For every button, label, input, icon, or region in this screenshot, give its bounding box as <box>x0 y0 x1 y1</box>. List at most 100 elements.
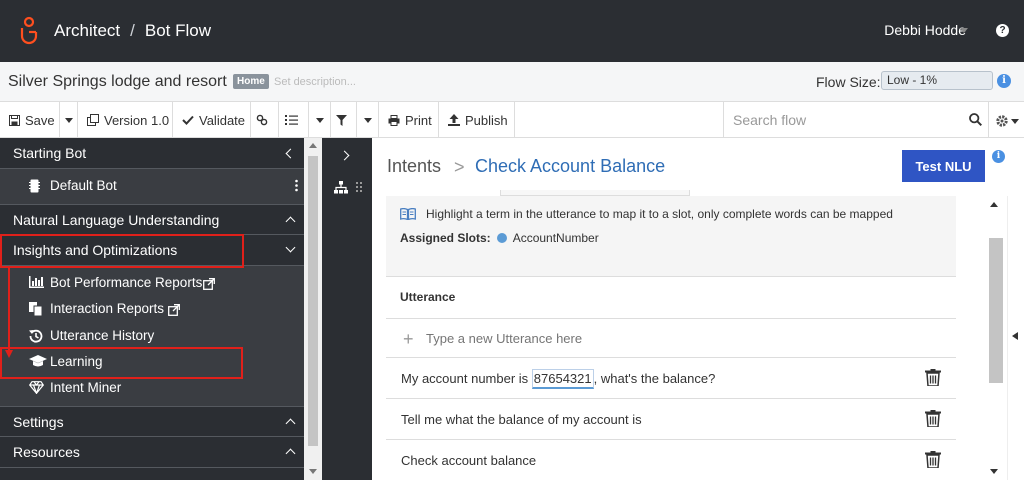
save-icon <box>9 114 20 126</box>
link-button[interactable] <box>251 102 279 138</box>
hierarchy-icon[interactable] <box>334 181 348 194</box>
list-dropdown-button[interactable] <box>309 102 331 138</box>
slot-mapping-hint: Highlight a term in the utterance to map… <box>426 207 893 221</box>
sidebar-item-label: Intent Miner <box>50 380 122 395</box>
settings-menu-button[interactable] <box>995 114 1009 131</box>
save-button[interactable]: Save <box>0 102 60 138</box>
sidebar-section-settings[interactable]: Settings <box>0 406 304 437</box>
grip-handle-icon[interactable] <box>356 182 362 192</box>
toolbar: Save Version 1.0 Validate Print Publish <box>0 102 1024 138</box>
print-button[interactable]: Print <box>379 102 439 138</box>
chevron-down-icon[interactable] <box>285 242 296 253</box>
more-vertical-icon[interactable] <box>295 179 298 192</box>
user-menu[interactable]: Debbi Hodde <box>884 22 966 38</box>
search-input[interactable] <box>724 102 960 138</box>
set-description-link[interactable]: Set description... <box>274 76 356 88</box>
scroll-up-arrow-icon[interactable] <box>990 202 998 207</box>
annotation-arrow-icon <box>5 268 13 358</box>
publish-button[interactable]: Publish <box>439 102 515 138</box>
list-button[interactable] <box>279 102 309 138</box>
sidebar-section-partial <box>0 468 304 480</box>
caret-down-icon <box>315 117 324 123</box>
publish-upload-icon <box>448 114 460 126</box>
user-menu-caret-icon[interactable] <box>960 28 968 33</box>
utterance-text[interactable]: Tell me what the balance of my account i… <box>401 412 642 427</box>
history-icon <box>29 329 43 343</box>
validate-button[interactable]: Validate <box>173 102 251 138</box>
section-name: Bot Flow <box>144 21 212 40</box>
search-icon[interactable] <box>969 113 982 126</box>
scrollbar-thumb[interactable] <box>989 238 1003 383</box>
help-icon[interactable]: ? <box>996 24 1009 37</box>
trash-icon[interactable] <box>925 410 941 427</box>
top-header: Architect / Bot Flow Debbi Hodde ? <box>0 0 1024 62</box>
main-panel: Intents > Check Account Balance Test NLU… <box>372 138 1024 480</box>
sidebar-section-resources[interactable]: Resources <box>0 437 304 468</box>
filter-button[interactable] <box>331 102 357 138</box>
main-scrollbar[interactable] <box>986 196 1003 480</box>
chevron-up-icon[interactable] <box>285 418 296 429</box>
flow-size-label: Flow Size: <box>816 74 881 90</box>
sidebar-item-bot-performance-reports[interactable]: Bot Performance Reports <box>0 270 304 296</box>
section-label: Starting Bot <box>13 145 87 161</box>
app-name[interactable]: Architect <box>54 21 120 41</box>
utterance-text-segment: , what's the balance? <box>593 371 716 386</box>
documents-icon <box>29 302 43 316</box>
flow-name[interactable]: Silver Springs lodge and resort <box>8 73 227 91</box>
sidebar-section-nlu[interactable]: Natural Language Understanding <box>0 204 304 235</box>
version-button[interactable]: Version 1.0 <box>78 102 173 138</box>
scroll-down-arrow-icon[interactable] <box>309 469 317 474</box>
trash-icon[interactable] <box>925 451 941 468</box>
caret-left-icon[interactable] <box>1012 332 1018 340</box>
list-icon <box>284 115 298 125</box>
utterance-editor: Highlight a term in the utterance to map… <box>386 196 956 480</box>
sidebar-item-label: Bot Performance Reports <box>50 275 203 290</box>
book-icon <box>400 208 416 220</box>
version-label: Version 1.0 <box>104 112 170 128</box>
versions-icon <box>87 114 99 126</box>
scrollbar-thumb[interactable] <box>308 156 318 446</box>
sidebar-item-label: Utterance History <box>50 328 155 343</box>
save-label: Save <box>25 112 55 128</box>
flow-tools-panel <box>322 138 372 480</box>
filter-dropdown-button[interactable] <box>357 102 379 138</box>
chevron-left-icon[interactable] <box>285 148 296 159</box>
intent-header: Intents > Check Account Balance Test NLU… <box>372 138 1024 190</box>
utterance-text[interactable]: Check account balance <box>401 453 536 468</box>
flow-size-meter: Low - 1% <box>881 71 993 90</box>
chevron-right-icon[interactable] <box>339 150 350 161</box>
save-dropdown-button[interactable] <box>60 102 78 138</box>
sidebar-item-label: Default Bot <box>50 178 117 193</box>
trash-icon[interactable] <box>925 369 941 386</box>
chevron-up-icon[interactable] <box>285 448 296 459</box>
list-item[interactable]: Tell me what the balance of my account i… <box>386 398 956 439</box>
filter-icon <box>335 114 347 126</box>
breadcrumb-intents[interactable]: Intents <box>387 156 441 177</box>
plus-icon[interactable]: + <box>403 329 414 350</box>
info-icon[interactable]: i <box>992 150 1005 163</box>
list-item[interactable]: Check account balance <box>386 439 956 480</box>
print-icon <box>388 114 400 126</box>
gear-icon <box>996 115 1008 127</box>
caret-down-icon <box>363 117 372 123</box>
scroll-up-arrow-icon[interactable] <box>309 143 317 148</box>
list-item[interactable]: My account number is 87654321, what's th… <box>386 357 956 398</box>
sidebar-item-default-bot[interactable]: Default Bot <box>0 173 304 199</box>
section-label: Resources <box>13 444 80 460</box>
sidebar-section-starting-bot[interactable]: Starting Bot <box>0 138 304 169</box>
check-icon <box>182 115 194 125</box>
caret-down-icon[interactable] <box>1011 119 1019 124</box>
publish-label: Publish <box>465 112 508 128</box>
right-panel-toggle[interactable] <box>1007 196 1024 480</box>
utterance-text[interactable]: My account number is 87654321, what's th… <box>401 369 716 389</box>
sidebar-item-interaction-reports[interactable]: Interaction Reports <box>0 296 304 322</box>
chevron-up-icon[interactable] <box>285 216 296 227</box>
flow-size-info-icon[interactable]: i <box>997 74 1011 88</box>
new-utterance-input[interactable] <box>426 331 826 346</box>
sidebar-scrollbar[interactable] <box>304 138 322 480</box>
test-nlu-button[interactable]: Test NLU <box>902 150 985 182</box>
slot-highlight[interactable]: 87654321 <box>531 369 594 389</box>
sidebar-item-utterance-history[interactable]: Utterance History <box>0 323 304 349</box>
utterance-header-label: Utterance <box>400 290 456 304</box>
scroll-down-arrow-icon[interactable] <box>990 469 998 474</box>
